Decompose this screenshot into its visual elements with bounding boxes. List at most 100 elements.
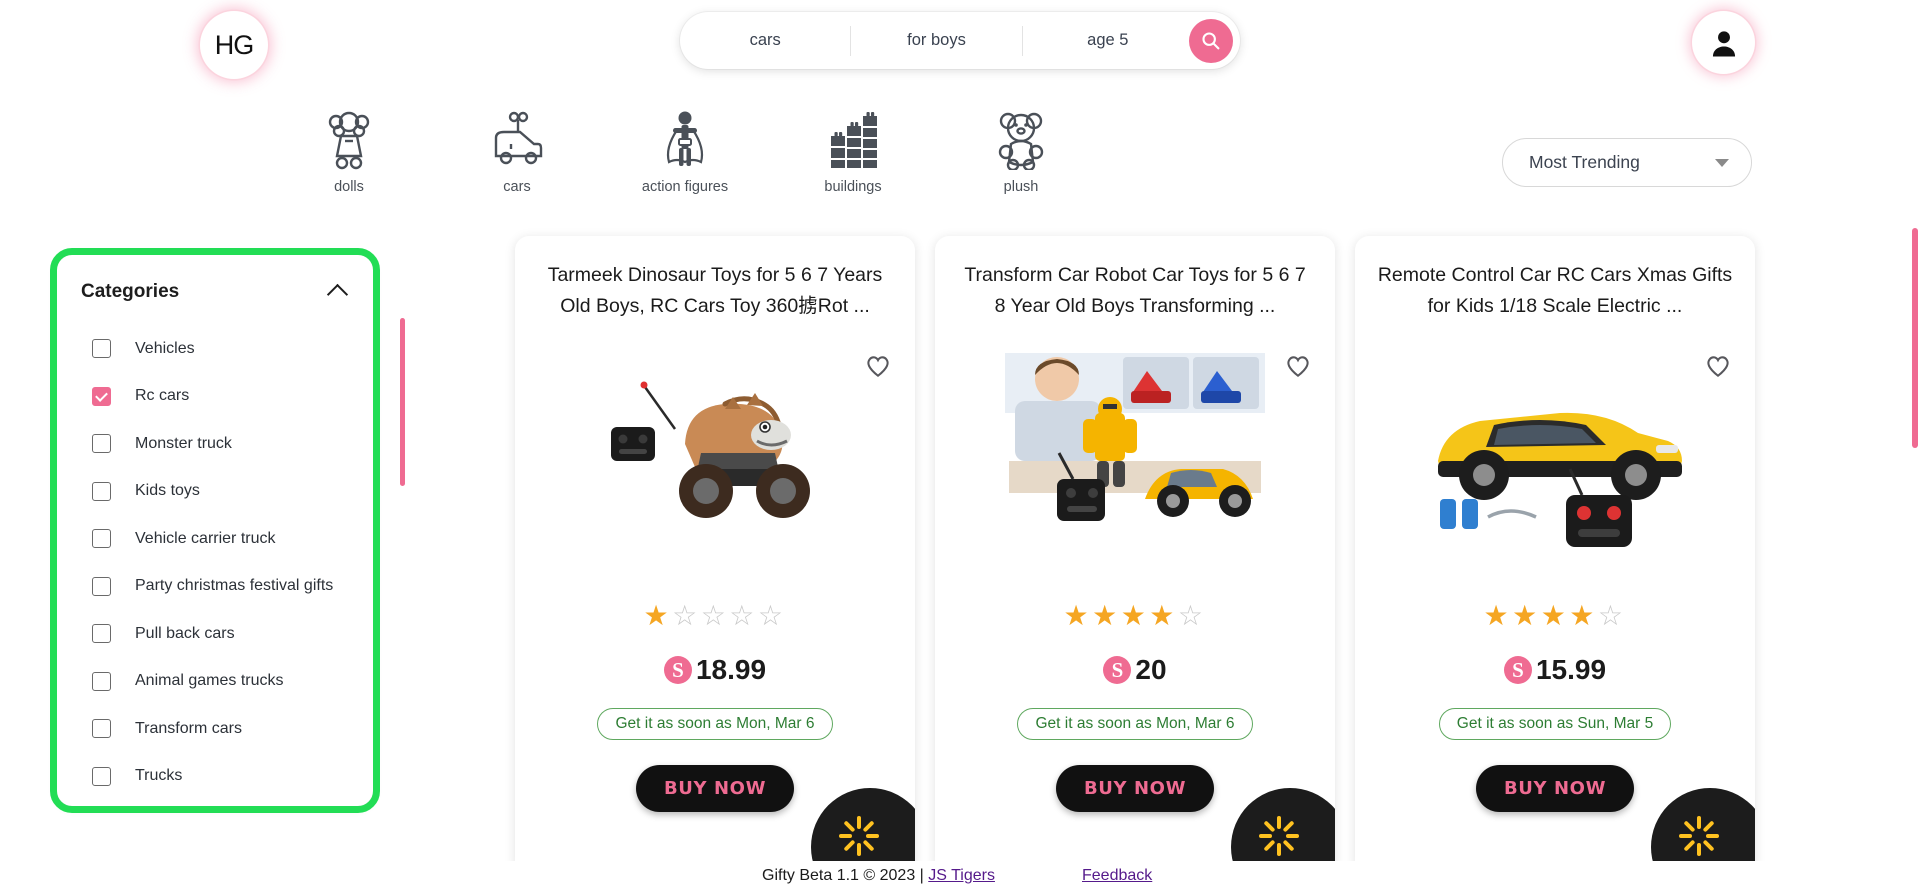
hg-logo[interactable]: HG xyxy=(200,11,268,79)
product-price: 15.99 xyxy=(1535,654,1607,685)
buy-now-button[interactable]: BUY NOW xyxy=(1475,765,1635,812)
filter-label: Transform cars xyxy=(135,719,242,737)
search-input-age[interactable]: age 5 xyxy=(1023,26,1193,56)
filter-label: Vehicle carrier truck xyxy=(135,529,276,547)
footer-copyright: Gifty Beta 1.1 © 2023 | JS Tigers xyxy=(762,867,995,885)
filter-label: Pull back cars xyxy=(135,624,235,642)
star-filled: ★ xyxy=(1483,600,1513,631)
checkbox[interactable] xyxy=(92,766,111,786)
category-nav-action-figures[interactable]: action figures xyxy=(601,108,769,195)
product-card[interactable]: Remote Control Car RC Cars Xmas Gifts fo… xyxy=(1355,236,1755,876)
search-icon xyxy=(1202,32,1220,50)
category-nav-label: plush xyxy=(1003,179,1039,195)
product-card[interactable]: Transform Car Robot Car Toys for 5 6 7 8… xyxy=(935,236,1335,876)
star-filled: ★ xyxy=(1540,600,1570,631)
product-image xyxy=(537,336,893,572)
product-price-row: S 20 xyxy=(957,654,1313,686)
product-price-row: S 15.99 xyxy=(1377,654,1733,686)
category-nav-cars[interactable]: cars xyxy=(433,108,601,195)
star-empty: ☆ xyxy=(1597,600,1627,631)
star-filled: ★ xyxy=(1063,600,1093,631)
account-avatar-button[interactable] xyxy=(1692,11,1755,74)
product-price: 18.99 xyxy=(695,654,767,685)
checkbox[interactable] xyxy=(92,576,111,596)
search-bar[interactable]: cars for boys age 5 xyxy=(680,12,1240,69)
dollar-coin-icon: S xyxy=(663,656,692,684)
footer-copyright-text: Gifty Beta 1.1 © 2023 | xyxy=(762,867,929,884)
category-nav-label: dolls xyxy=(334,179,364,195)
footer-feedback: Feedback xyxy=(1082,867,1152,885)
car-icon xyxy=(488,108,546,170)
category-nav-buildings[interactable]: buildings xyxy=(769,108,937,195)
checkbox-checked[interactable] xyxy=(92,386,111,406)
search-input-what[interactable]: cars xyxy=(680,25,852,56)
sidebar-scrollbar-thumb[interactable] xyxy=(400,318,405,486)
product-title[interactable]: Transform Car Robot Car Toys for 5 6 7 8… xyxy=(957,260,1313,322)
filter-label: Vehicles xyxy=(135,339,195,357)
star-filled: ★ xyxy=(1092,600,1121,631)
filter-label: Party christmas festival gifts xyxy=(135,577,334,595)
filter-label: Animal games trucks xyxy=(135,672,284,690)
heart-outline-icon[interactable] xyxy=(1705,354,1731,383)
chevron-down-icon xyxy=(1715,158,1729,167)
category-nav: dolls cars action figures buildings plus… xyxy=(265,108,1105,195)
filter-item-vehicle-carrier-truck[interactable]: Vehicle carrier truck xyxy=(81,515,349,563)
checkbox[interactable] xyxy=(92,529,111,549)
search-button[interactable] xyxy=(1188,18,1233,63)
page-scrollbar-thumb[interactable] xyxy=(1912,228,1918,448)
product-card[interactable]: Tarmeek Dinosaur Toys for 5 6 7 Years Ol… xyxy=(515,236,915,876)
product-price-row: S 18.99 xyxy=(537,654,893,686)
category-nav-dolls[interactable]: dolls xyxy=(265,108,433,195)
footer-feedback-link[interactable]: Feedback xyxy=(1082,867,1152,884)
filter-item-kids-toys[interactable]: Kids toys xyxy=(81,468,349,516)
user-avatar-icon xyxy=(1712,30,1735,56)
filter-item-monster-truck[interactable]: Monster truck xyxy=(81,420,349,468)
filter-item-trucks[interactable]: Trucks xyxy=(81,753,349,801)
action-figure-icon xyxy=(657,108,713,170)
checkbox[interactable] xyxy=(92,339,111,359)
product-price: 20 xyxy=(1135,654,1167,685)
filter-label: Trucks xyxy=(135,767,183,785)
chevron-up-icon[interactable] xyxy=(326,283,349,305)
heart-outline-icon[interactable] xyxy=(1285,354,1311,383)
checkbox[interactable] xyxy=(92,624,111,644)
product-title[interactable]: Remote Control Car RC Cars Xmas Gifts fo… xyxy=(1377,260,1733,322)
star-empty: ☆ xyxy=(1177,600,1207,631)
filter-item-party-christmas-festival-gifts[interactable]: Party christmas festival gifts xyxy=(81,563,349,611)
checkbox[interactable] xyxy=(92,671,111,691)
checkbox[interactable] xyxy=(92,719,111,739)
filter-label: Monster truck xyxy=(135,434,232,452)
filter-item-rc-cars[interactable]: Rc cars xyxy=(81,373,349,421)
buy-now-button[interactable]: BUY NOW xyxy=(1055,765,1215,812)
categories-header[interactable]: Categories xyxy=(81,281,349,305)
buy-now-button[interactable]: BUY NOW xyxy=(635,765,795,812)
filter-item-vehicles[interactable]: Vehicles xyxy=(81,325,349,373)
categories-filter-panel: Categories Vehicles Rc cars Monster truc… xyxy=(57,255,373,806)
filter-item-transform-cars[interactable]: Transform cars xyxy=(81,705,349,753)
category-nav-plush[interactable]: plush xyxy=(937,108,1105,195)
footer-company-link[interactable]: JS Tigers xyxy=(928,867,995,884)
dollar-coin-icon: S xyxy=(1503,656,1532,684)
categories-title: Categories xyxy=(81,281,180,302)
dollar-coin-icon: S xyxy=(1103,656,1132,684)
doll-icon xyxy=(323,108,375,170)
heart-outline-icon[interactable] xyxy=(865,354,891,383)
star-empty: ☆ xyxy=(700,600,730,631)
page-root: HG cars for boys age 5 dolls cars action… xyxy=(0,0,1920,891)
product-rating: ★★★★☆ xyxy=(957,602,1313,630)
product-rating: ★★★★☆ xyxy=(1377,602,1733,630)
filter-item-pull-back-cars[interactable]: Pull back cars xyxy=(81,610,349,658)
star-empty: ☆ xyxy=(757,600,787,631)
checkbox[interactable] xyxy=(92,481,111,501)
filter-item-animal-games-trucks[interactable]: Animal games trucks xyxy=(81,658,349,706)
checkbox[interactable] xyxy=(92,434,111,454)
category-nav-label: cars xyxy=(503,179,531,195)
star-filled: ★ xyxy=(1149,600,1178,631)
product-delivery-estimate: Get it as soon as Sun, Mar 5 xyxy=(1438,708,1672,740)
teddy-bear-icon xyxy=(995,108,1047,170)
search-input-who[interactable]: for boys xyxy=(851,25,1023,56)
star-filled: ★ xyxy=(1569,600,1598,631)
filter-label: Kids toys xyxy=(135,482,200,500)
product-title[interactable]: Tarmeek Dinosaur Toys for 5 6 7 Years Ol… xyxy=(537,260,893,322)
sort-dropdown[interactable]: Most Trending xyxy=(1502,138,1752,187)
